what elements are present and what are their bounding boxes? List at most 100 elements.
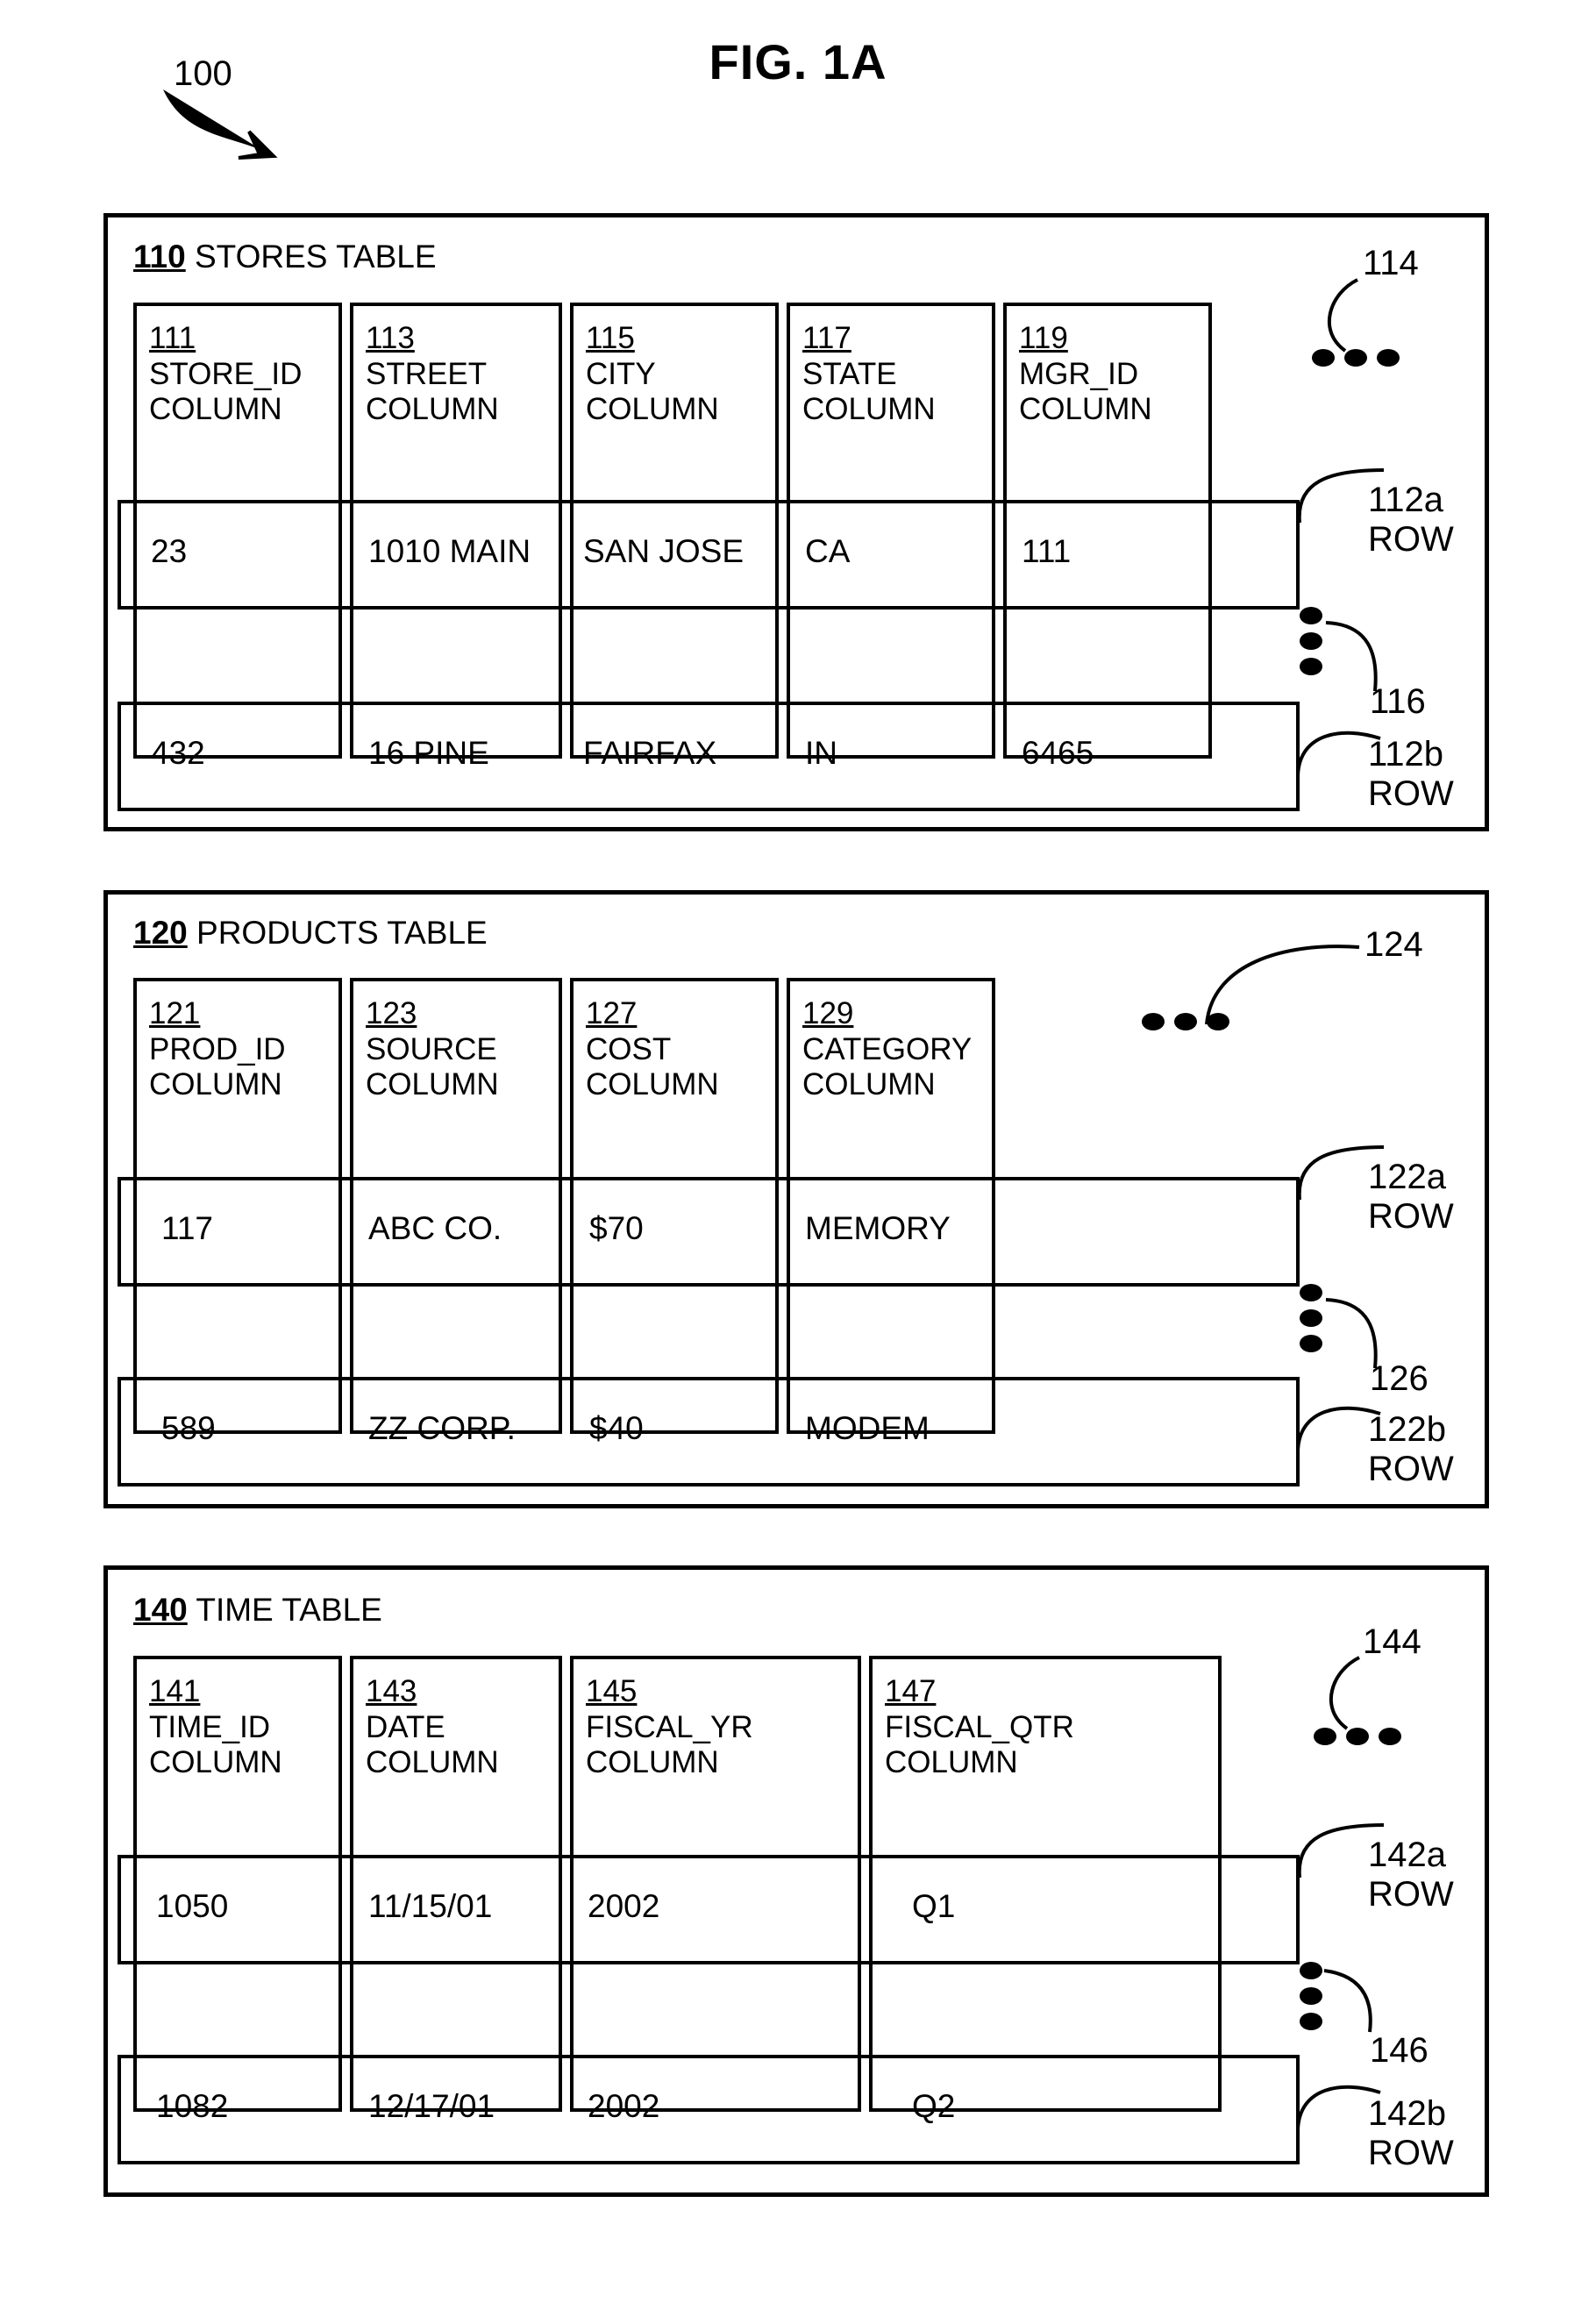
column-ref-119: 119 — [1019, 321, 1068, 355]
figure-title: FIG. 1A — [709, 34, 887, 89]
column-header-fiscal-qtr: 147 FISCAL_QTR COLUMN — [885, 1674, 1074, 1781]
stores-table-ref-number: 110 — [133, 239, 186, 274]
column-ref-127: 127 — [586, 996, 638, 1030]
column-header-date: 143 DATE COLUMN — [366, 1674, 499, 1781]
column-ref-117: 117 — [802, 321, 851, 355]
column-ref-115: 115 — [586, 321, 635, 355]
column-header-source: 123 SOURCE COLUMN — [366, 996, 499, 1103]
cell-value: 12/17/01 — [368, 2088, 495, 2124]
column-header-fiscal-yr: 145 FISCAL_YR COLUMN — [586, 1674, 753, 1781]
cell-value: ZZ CORP. — [368, 1410, 516, 1446]
column-ref-147: 147 — [885, 1674, 937, 1708]
column-header-store-id: 111 STORE_ID COLUMN — [149, 321, 302, 428]
column-ref-111: 111 — [149, 321, 196, 355]
ref-number-114: 114 — [1363, 244, 1419, 282]
ref-number-112a: 112a ROW — [1368, 481, 1454, 560]
products-table-caption: 120 PRODUCTS TABLE — [133, 915, 488, 952]
cell-value: MODEM — [805, 1410, 930, 1446]
column-ref-129: 129 — [802, 996, 854, 1030]
ref-number-122b-text: 122b — [1368, 1410, 1446, 1449]
column-header-street: 113 STREET COLUMN — [366, 321, 499, 428]
cell-value: 432 — [151, 735, 205, 771]
ref-number-112b: 112b ROW — [1368, 735, 1454, 814]
column-word-12: COLUMN — [586, 1745, 719, 1780]
ref-word-row-112a: ROW — [1368, 520, 1454, 559]
row-ellipsis-dots — [1300, 1284, 1322, 1352]
column-name-city: CITY — [586, 356, 656, 391]
cell-value: IN — [805, 735, 837, 771]
cell-value: 111 — [1022, 533, 1072, 569]
ref-word-row-112b: ROW — [1368, 774, 1454, 813]
cell-value: 1050 — [156, 1888, 229, 1924]
ref-number-112b-text: 112b — [1368, 735, 1444, 774]
column-word-11: COLUMN — [366, 1745, 499, 1780]
column-name-state: STATE — [802, 356, 897, 391]
figure-reference-arrow — [163, 89, 278, 160]
products-table-ref-number: 120 — [133, 915, 188, 951]
column-ref-113: 113 — [366, 321, 415, 355]
table-row[interactable] — [118, 1855, 1300, 1964]
ref-number-122a: 122a ROW — [1368, 1158, 1454, 1237]
cell-value: 117 — [161, 1210, 213, 1246]
column-word-13: COLUMN — [885, 1745, 1018, 1780]
cell-value: FAIRFAX — [583, 735, 717, 771]
cell-value: $70 — [589, 1210, 644, 1246]
column-name-date: DATE — [366, 1709, 445, 1744]
stores-table-caption: 110 STORES TABLE — [133, 239, 437, 275]
column-ref-145: 145 — [586, 1674, 638, 1708]
column-word-10: COLUMN — [149, 1745, 282, 1780]
ref-number-142a-text: 142a — [1368, 1836, 1446, 1874]
cell-value: 2002 — [588, 1888, 660, 1924]
column-name-cost: COST — [586, 1031, 672, 1066]
table-row[interactable] — [118, 1377, 1300, 1486]
table-row[interactable] — [118, 2055, 1300, 2164]
cell-value: Q2 — [912, 2088, 956, 2124]
ref-word-row-122b: ROW — [1368, 1450, 1454, 1488]
table-row[interactable] — [118, 1177, 1300, 1287]
column-ref-141: 141 — [149, 1674, 201, 1708]
ref-number-122a-text: 122a — [1368, 1158, 1446, 1196]
ref-number-112a-text: 112a — [1368, 481, 1444, 519]
column-word-4: COLUMN — [802, 392, 936, 427]
column-name-time-id: TIME_ID — [149, 1709, 271, 1744]
ref-number-142b-text: 142b — [1368, 2094, 1446, 2133]
column-word-7: COLUMN — [366, 1067, 499, 1102]
column-word-9: COLUMN — [802, 1067, 936, 1102]
row-ellipsis-dots — [1300, 607, 1322, 675]
column-header-state: 117 STATE COLUMN — [802, 321, 936, 428]
cell-value: 1082 — [156, 2088, 229, 2124]
column-name-fiscal-qtr: FISCAL_QTR — [885, 1709, 1074, 1744]
column-header-cost: 127 COST COLUMN — [586, 996, 719, 1103]
time-table-ref-number: 140 — [133, 1592, 188, 1628]
column-header-time-id: 141 TIME_ID COLUMN — [149, 1674, 282, 1781]
cell-value: 16 PINE — [368, 735, 489, 771]
column-ref-121: 121 — [149, 996, 201, 1030]
cell-value: 589 — [161, 1410, 216, 1446]
column-ref-123: 123 — [366, 996, 417, 1030]
column-word-8: COLUMN — [586, 1067, 719, 1102]
column-header-category: 129 CATEGORY COLUMN — [802, 996, 972, 1103]
leader-line-124 — [1205, 945, 1360, 1025]
cell-value: 6465 — [1022, 735, 1094, 771]
column-name-mgr-id: MGR_ID — [1019, 356, 1139, 391]
column-name-street: STREET — [366, 356, 488, 391]
ref-number-122b: 122b ROW — [1368, 1410, 1454, 1489]
time-table-title: TIME TABLE — [196, 1592, 382, 1628]
column-header-prod-id: 121 PROD_ID COLUMN — [149, 996, 286, 1103]
cell-value: 11/15/01 — [368, 1888, 493, 1924]
column-ref-143: 143 — [366, 1674, 417, 1708]
column-word-5: COLUMN — [1019, 392, 1152, 427]
column-word-1: COLUMN — [149, 392, 282, 427]
cell-value: ABC CO. — [368, 1210, 502, 1246]
cell-value: SAN JOSE — [583, 533, 744, 569]
column-header-city: 115 CITY COLUMN — [586, 321, 719, 428]
products-table-title: PRODUCTS TABLE — [196, 915, 488, 951]
column-word-6: COLUMN — [149, 1067, 282, 1102]
ref-word-row-142b: ROW — [1368, 2134, 1454, 2172]
ref-number-124: 124 — [1364, 925, 1423, 964]
column-word-3: COLUMN — [586, 392, 719, 427]
cell-value: MEMORY — [805, 1210, 951, 1246]
column-header-mgr-id: 119 MGR_ID COLUMN — [1019, 321, 1152, 428]
column-name-prod-id: PROD_ID — [149, 1031, 286, 1066]
ref-number-142a: 142a ROW — [1368, 1836, 1454, 1914]
